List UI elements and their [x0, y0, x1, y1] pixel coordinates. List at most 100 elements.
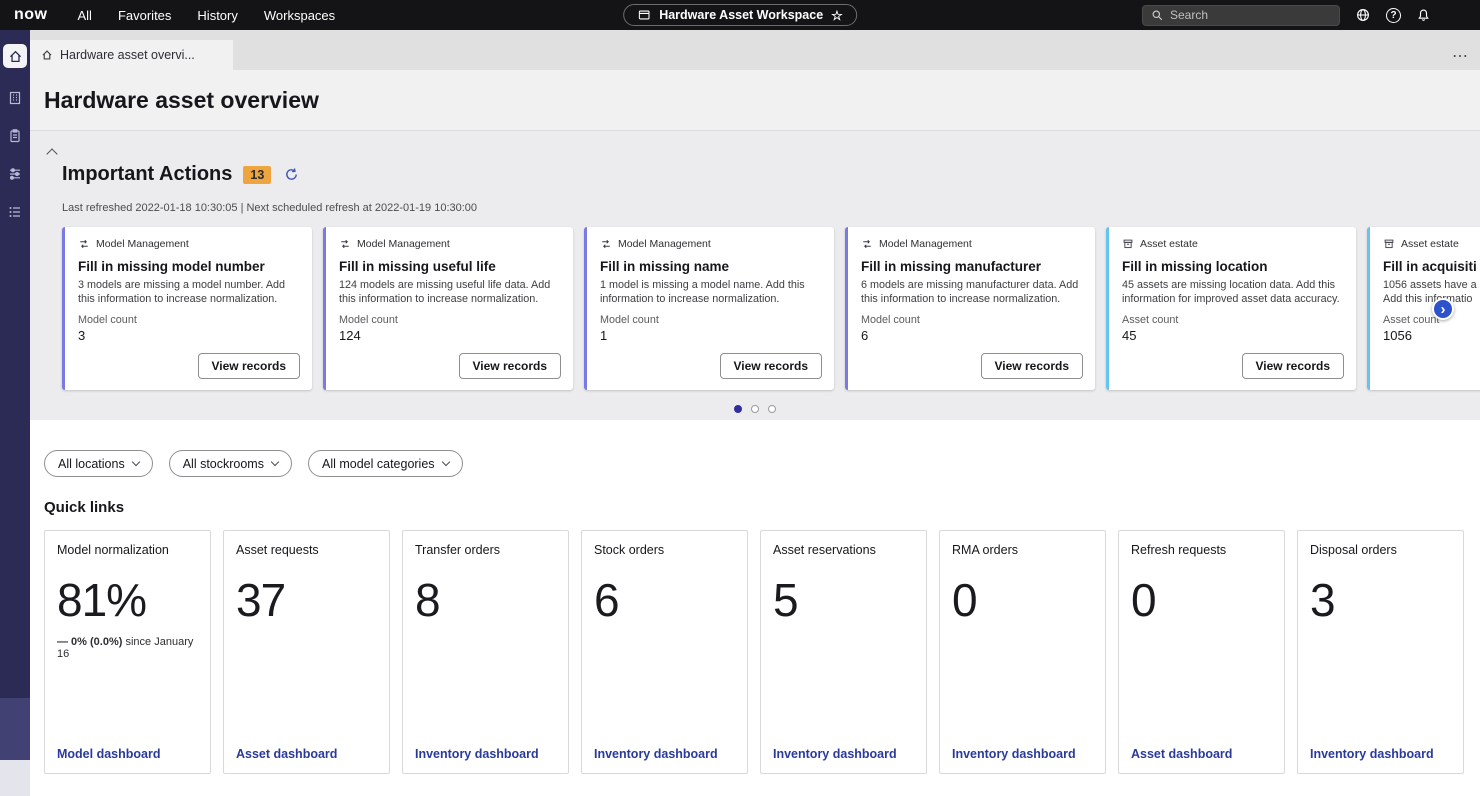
view-records-button[interactable]: View records: [720, 353, 822, 379]
metric-value: 5: [773, 573, 914, 627]
metric-label: Transfer orders: [415, 543, 556, 557]
servicenow-logo: now: [14, 6, 48, 24]
card-description: 1056 assets have a Add this informatio: [1383, 278, 1480, 307]
card-category-label: Model Management: [96, 238, 189, 250]
card-count-value: 1: [600, 328, 821, 343]
list-icon: [7, 204, 23, 220]
card-category: Model Management: [339, 238, 560, 250]
action-card: Asset estate Fill in acquisiti 1056 asse…: [1367, 227, 1480, 390]
metric-value: 37: [236, 573, 377, 627]
dashboard-link[interactable]: Asset dashboard: [236, 747, 337, 761]
important-actions-carousel: Model Management Fill in missing model n…: [62, 227, 1480, 390]
quick-links-section: All locations All stockrooms All model c…: [30, 420, 1480, 796]
card-category-label: Model Management: [357, 238, 450, 250]
help-icon[interactable]: ?: [1386, 8, 1401, 23]
dashboard-link[interactable]: Asset dashboard: [1131, 747, 1232, 761]
dashboard-link[interactable]: Inventory dashboard: [415, 747, 539, 761]
carousel-dot[interactable]: [734, 405, 742, 413]
tab-hardware-asset-overview[interactable]: Hardware asset overvi...: [30, 40, 233, 70]
favorite-star-icon[interactable]: ☆: [831, 9, 843, 22]
metric-value: 0: [952, 573, 1093, 627]
nav-favorites[interactable]: Favorites: [118, 8, 171, 23]
card-count-label: Asset count: [1383, 314, 1480, 326]
nav-history[interactable]: History: [197, 8, 237, 23]
filter-locations[interactable]: All locations: [44, 450, 153, 477]
sliders-icon: [7, 166, 23, 182]
view-records-button[interactable]: View records: [459, 353, 561, 379]
collapse-section-button[interactable]: [48, 145, 56, 163]
important-actions-header: Important Actions 13: [62, 163, 299, 186]
tab-strip: Hardware asset overvi... ⋯: [30, 30, 1480, 70]
filter-stockrooms[interactable]: All stockrooms: [169, 450, 292, 477]
sidebar-item-home[interactable]: [3, 44, 27, 68]
model-management-icon: [339, 238, 351, 250]
metric-label: Disposal orders: [1310, 543, 1451, 557]
view-records-button[interactable]: View records: [198, 353, 300, 379]
action-card: Model Management Fill in missing name 1 …: [584, 227, 834, 390]
tab-label: Hardware asset overvi...: [60, 48, 195, 62]
quick-links-title: Quick links: [44, 499, 1480, 516]
action-card: Model Management Fill in missing manufac…: [845, 227, 1095, 390]
card-count-label: Model count: [600, 314, 821, 326]
carousel-dot[interactable]: [768, 405, 776, 413]
sidebar-item-organization[interactable]: [7, 90, 23, 106]
workspace-title: Hardware Asset Workspace: [659, 8, 823, 22]
user-avatar[interactable]: [1446, 4, 1468, 26]
carousel-dots: [30, 405, 1480, 413]
nav-all[interactable]: All: [78, 8, 92, 23]
dashboard-link[interactable]: Inventory dashboard: [952, 747, 1076, 761]
asset-estate-icon: [1122, 238, 1134, 250]
search-input[interactable]: [1170, 8, 1331, 22]
card-title: Fill in missing useful life: [339, 259, 560, 274]
metric-card-asset-requests: Asset requests 37 Asset dashboard: [223, 530, 390, 774]
sidebar-item-lists[interactable]: [7, 204, 23, 220]
card-title: Fill in missing name: [600, 259, 821, 274]
card-description: 6 models are missing manufacturer data. …: [861, 278, 1082, 307]
card-count-label: Asset count: [1122, 314, 1343, 326]
carousel-next-button[interactable]: ›: [1432, 298, 1454, 320]
action-card: Model Management Fill in missing model n…: [62, 227, 312, 390]
card-count-value: 6: [861, 328, 1082, 343]
view-records-button[interactable]: View records: [981, 353, 1083, 379]
globe-icon[interactable]: [1355, 7, 1371, 23]
card-description: 3 models are missing a model number. Add…: [78, 278, 299, 307]
view-records-button[interactable]: View records: [1242, 353, 1344, 379]
top-bar: now All Favorites History Workspaces Har…: [0, 0, 1480, 30]
sidebar-item-filters[interactable]: [7, 166, 23, 182]
sidebar-item-tasks[interactable]: [7, 128, 23, 144]
nav-workspaces[interactable]: Workspaces: [264, 8, 335, 23]
metric-card-stock-orders: Stock orders 6 Inventory dashboard: [581, 530, 748, 774]
metric-delta-value: — 0% (0.0%): [57, 636, 122, 648]
card-category-label: Model Management: [618, 238, 711, 250]
tab-home-icon: [41, 49, 53, 61]
tab-overflow-icon[interactable]: ⋯: [1452, 49, 1468, 65]
filter-bar: All locations All stockrooms All model c…: [44, 450, 1480, 477]
dashboard-link[interactable]: Model dashboard: [57, 747, 160, 761]
chevron-up-icon: [46, 148, 57, 159]
page-header: Hardware asset overview: [30, 70, 1480, 130]
metric-label: Asset reservations: [773, 543, 914, 557]
content-area: Hardware asset overvi... ⋯ Hardware asse…: [30, 30, 1480, 796]
refresh-icon[interactable]: [284, 167, 299, 182]
chevron-down-icon: [131, 458, 139, 466]
chevron-down-icon: [271, 458, 279, 466]
home-icon: [8, 49, 23, 64]
metric-card-transfer-orders: Transfer orders 8 Inventory dashboard: [402, 530, 569, 774]
top-nav: All Favorites History Workspaces: [78, 8, 336, 23]
workspace-switcher[interactable]: Hardware Asset Workspace ☆: [623, 4, 857, 26]
dashboard-link[interactable]: Inventory dashboard: [594, 747, 718, 761]
carousel-dot[interactable]: [751, 405, 759, 413]
card-title: Fill in missing manufacturer: [861, 259, 1082, 274]
card-count-label: Model count: [861, 314, 1082, 326]
notifications-bell-icon[interactable]: [1416, 8, 1431, 23]
metric-card-disposal-orders: Disposal orders 3 Inventory dashboard: [1297, 530, 1464, 774]
clipboard-icon: [7, 128, 23, 144]
filter-model-categories[interactable]: All model categories: [308, 450, 463, 477]
metric-label: Stock orders: [594, 543, 735, 557]
dashboard-link[interactable]: Inventory dashboard: [773, 747, 897, 761]
dashboard-link[interactable]: Inventory dashboard: [1310, 747, 1434, 761]
chevron-right-icon: ›: [1441, 302, 1446, 317]
metric-card-refresh-requests: Refresh requests 0 Asset dashboard: [1118, 530, 1285, 774]
card-description: 1 model is missing a model name. Add thi…: [600, 278, 821, 307]
page-title: Hardware asset overview: [44, 87, 319, 114]
